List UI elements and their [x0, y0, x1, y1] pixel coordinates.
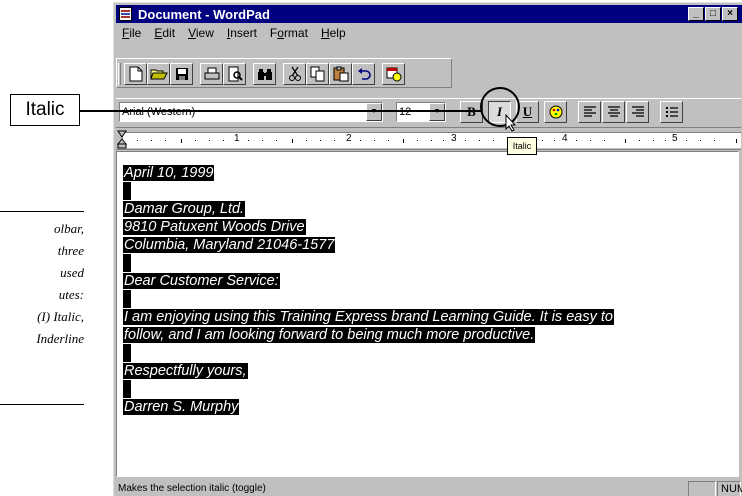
ruler-number: 1 — [234, 133, 240, 144]
margin-rule-bottom — [0, 404, 84, 405]
font-name-value: Arial (Western) — [122, 106, 196, 118]
underline-icon: U — [522, 104, 533, 119]
tooltip: Italic — [507, 137, 537, 155]
doc-line[interactable]: Respectfully yours, — [123, 362, 248, 380]
align-left-button[interactable] — [578, 101, 601, 123]
doc-line-empty[interactable] — [123, 254, 131, 272]
margin-rule-top — [0, 211, 84, 212]
margin-note-line: three — [57, 243, 84, 258]
document-area[interactable]: April 10, 1999 Damar Group, Ltd. 9810 Pa… — [116, 151, 739, 477]
menu-file[interactable]: File — [116, 26, 148, 40]
margin-note-line: utes: — [58, 287, 84, 302]
menu-view[interactable]: View — [182, 26, 221, 40]
date-time-icon[interactable] — [382, 63, 405, 85]
toolbar-grip[interactable] — [118, 63, 121, 85]
ruler-number: 4 — [562, 133, 568, 144]
close-button[interactable]: × — [722, 7, 738, 21]
status-bar: Makes the selection italic (toggle) NUM — [116, 480, 742, 496]
status-text: Makes the selection italic (toggle) — [118, 483, 266, 494]
callout-line — [80, 110, 482, 112]
menu-insert[interactable]: Insert — [221, 26, 264, 40]
minimize-button[interactable]: _ — [688, 7, 704, 21]
wordpad-window: Document - WordPad _ □ × File Edit View … — [113, 2, 742, 496]
align-left-icon — [583, 106, 596, 117]
indent-marker-icon[interactable] — [116, 130, 128, 151]
paste-icon[interactable] — [329, 63, 352, 85]
mouse-pointer-icon — [505, 114, 517, 132]
margin-note-line: (I) Italic, — [37, 309, 84, 324]
margin-note-line: used — [60, 265, 84, 280]
align-center-icon — [607, 106, 620, 117]
doc-line[interactable]: April 10, 1999 — [123, 164, 215, 182]
open-icon[interactable] — [147, 63, 170, 85]
doc-line[interactable]: Dear Customer Service: — [123, 272, 280, 290]
copy-icon[interactable] — [306, 63, 329, 85]
maximize-button[interactable]: □ — [705, 7, 721, 21]
new-icon[interactable] — [124, 63, 147, 85]
format-bar: Arial (Western) ▼ 12 ▼ B I U — [116, 98, 741, 128]
status-num-indicator: NUM — [717, 481, 742, 496]
status-panel-empty — [688, 481, 716, 496]
font-size-combo[interactable]: 12 ▼ — [396, 102, 446, 122]
undo-icon[interactable] — [352, 63, 375, 85]
doc-line-empty[interactable] — [123, 380, 131, 398]
margin-notes: olbar, three used utes: (I) Italic, Inde… — [0, 218, 84, 350]
font-size-value: 12 — [399, 106, 412, 118]
doc-line[interactable]: follow, and I am looking forward to bein… — [123, 326, 536, 344]
print-icon[interactable] — [200, 63, 223, 85]
title-bar[interactable]: Document - WordPad _ □ × — [116, 5, 742, 23]
ruler-strip: 1 2 3 4 5 — [123, 132, 741, 148]
doc-line-empty[interactable] — [123, 290, 131, 308]
bullets-button[interactable] — [660, 101, 683, 123]
doc-line[interactable]: 9810 Patuxent Woods Drive — [123, 218, 306, 236]
color-button[interactable] — [544, 101, 567, 123]
doc-line[interactable]: I am enjoying using this Training Expres… — [123, 308, 614, 326]
margin-note-line: olbar, — [54, 221, 84, 236]
cut-icon[interactable] — [283, 63, 306, 85]
align-right-button[interactable] — [626, 101, 649, 123]
ruler[interactable]: 1 2 3 4 5 — [116, 130, 741, 150]
bullets-icon — [665, 107, 678, 117]
doc-line[interactable]: Columbia, Maryland 21046-1577 — [123, 236, 336, 254]
ruler-number: 3 — [451, 133, 457, 144]
find-icon[interactable] — [253, 63, 276, 85]
color-palette-icon — [549, 105, 562, 119]
wordpad-icon[interactable] — [119, 7, 132, 21]
menu-help[interactable]: Help — [315, 26, 353, 40]
chevron-down-icon[interactable]: ▼ — [366, 103, 382, 121]
menu-edit[interactable]: Edit — [148, 26, 182, 40]
doc-line[interactable]: Damar Group, Ltd. — [123, 200, 246, 218]
save-icon[interactable] — [170, 63, 193, 85]
standard-toolbar — [118, 60, 405, 88]
menu-format[interactable]: Format — [264, 26, 315, 40]
align-right-icon — [631, 106, 644, 117]
margin-note-line: Inderline — [36, 331, 84, 346]
chevron-down-icon[interactable]: ▼ — [429, 103, 445, 121]
doc-line-empty[interactable] — [123, 344, 131, 362]
bold-icon: B — [467, 104, 476, 120]
doc-line[interactable]: Darren S. Murphy — [123, 398, 240, 416]
menu-bar: File Edit View Insert Format Help — [116, 24, 353, 42]
callout-label: Italic — [25, 99, 65, 120]
ruler-number: 2 — [346, 133, 352, 144]
print-preview-icon[interactable] — [223, 63, 246, 85]
font-name-combo[interactable]: Arial (Western) ▼ — [119, 102, 383, 122]
align-center-button[interactable] — [602, 101, 625, 123]
ruler-number: 5 — [672, 133, 678, 144]
doc-line-empty[interactable] — [123, 182, 131, 200]
callout-label-box: Italic — [10, 94, 80, 126]
window-title: Document - WordPad — [138, 6, 270, 22]
